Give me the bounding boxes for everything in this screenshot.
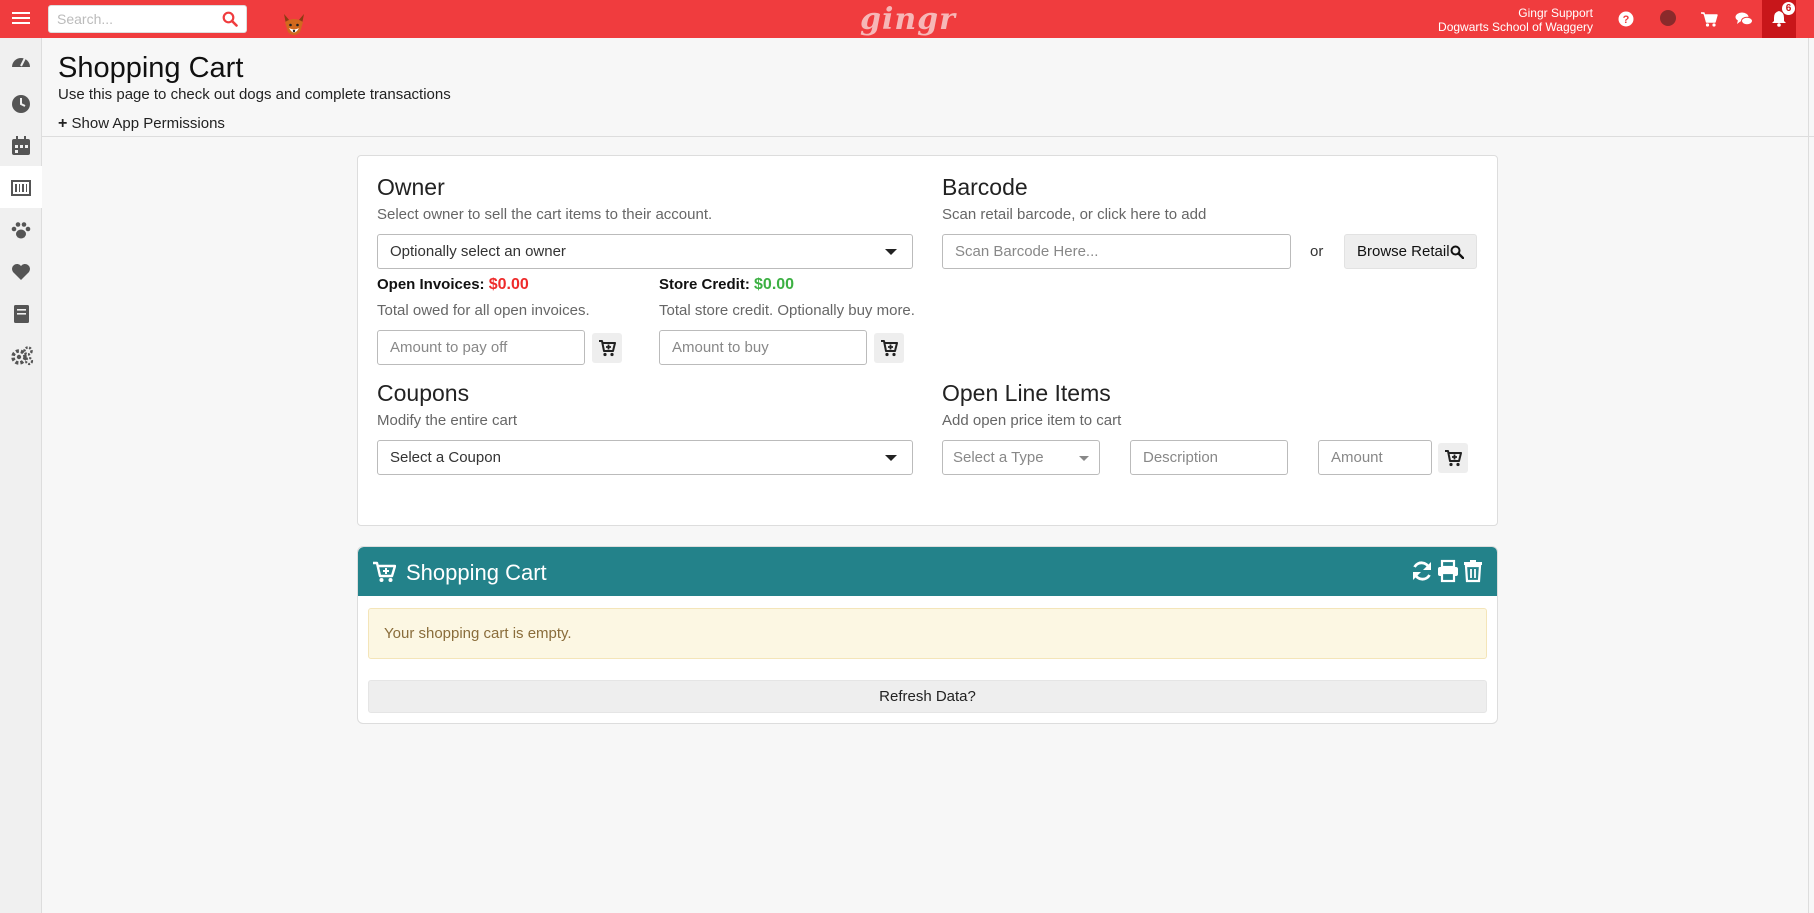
owner-description: Select owner to sell the cart items to t… xyxy=(377,206,713,223)
svg-text:?: ? xyxy=(1623,14,1630,26)
empty-cart-alert: Your shopping cart is empty. xyxy=(368,608,1487,659)
sidebar-item-retail[interactable] xyxy=(0,166,42,208)
paw-icon xyxy=(11,222,31,239)
show-permissions-link[interactable]: + Show App Permissions xyxy=(58,115,225,133)
page-title: Shopping Cart xyxy=(58,52,244,84)
open-line-items-description: Add open price item to cart xyxy=(942,412,1122,429)
open-line-items-title: Open Line Items xyxy=(942,380,1111,406)
search-icon xyxy=(1450,245,1464,259)
barcode-icon xyxy=(11,180,31,196)
browse-retail-button[interactable]: Browse Retail xyxy=(1344,234,1477,269)
chevron-down-icon xyxy=(885,455,897,461)
print-icon[interactable] xyxy=(1436,559,1460,583)
page-subtitle: Use this page to check out dogs and comp… xyxy=(58,86,451,103)
sidebar-item-favorites[interactable] xyxy=(0,250,42,292)
shopping-cart-title: Shopping Cart xyxy=(406,560,547,585)
open-invoices: Open Invoices: $0.00 xyxy=(377,276,529,294)
coupon-select[interactable]: Select a Coupon xyxy=(377,440,913,475)
cart-icon xyxy=(373,561,396,582)
checkout-options-panel: Owner Select owner to sell the cart item… xyxy=(357,155,1498,526)
gears-icon xyxy=(11,346,34,366)
user-info[interactable]: Gingr Support Dogwarts School of Waggery xyxy=(1438,6,1593,34)
cart-plus-icon xyxy=(599,340,616,357)
add-line-item-button[interactable] xyxy=(1438,443,1468,473)
line-item-type-select[interactable]: Select a Type xyxy=(942,440,1100,475)
cart-plus-icon xyxy=(1445,450,1462,467)
book-icon xyxy=(14,305,29,323)
notification-badge: 6 xyxy=(1782,2,1795,15)
owner-select-value: Optionally select an owner xyxy=(390,243,566,260)
line-item-type-value: Select a Type xyxy=(953,449,1044,466)
barcode-title: Barcode xyxy=(942,174,1028,200)
cart-icon[interactable] xyxy=(1699,9,1719,29)
sidebar xyxy=(0,38,42,913)
line-item-amount-input[interactable] xyxy=(1318,440,1432,475)
menu-icon[interactable] xyxy=(12,9,30,27)
open-invoices-value: $0.00 xyxy=(488,276,529,293)
store-credit-label: Store Credit: xyxy=(659,276,750,293)
clock-icon xyxy=(12,95,30,113)
coupons-title: Coupons xyxy=(377,380,470,406)
sidebar-item-settings[interactable] xyxy=(0,334,42,376)
store-credit-value: $0.00 xyxy=(754,276,795,293)
coupons-description: Modify the entire cart xyxy=(377,412,518,429)
user-name: Gingr Support xyxy=(1518,6,1593,20)
sidebar-item-history[interactable] xyxy=(0,82,42,124)
search-input[interactable] xyxy=(49,6,209,32)
payoff-amount-input[interactable] xyxy=(377,330,585,365)
top-navbar: gingr Gingr Support Dogwarts School of W… xyxy=(0,0,1814,38)
gingr-logo: gingr xyxy=(860,2,956,37)
barcode-input[interactable] xyxy=(942,234,1291,269)
fox-mascot-icon xyxy=(284,14,304,35)
open-invoices-label: Open Invoices: xyxy=(377,276,485,293)
open-invoices-description: Total owed for all open invoices. xyxy=(377,302,590,319)
add-credit-to-cart-button[interactable] xyxy=(874,333,904,363)
shopping-cart-panel: Shopping Cart Your shopping cart is empt… xyxy=(357,546,1498,724)
trash-icon[interactable] xyxy=(1461,559,1485,583)
sidebar-item-animals[interactable] xyxy=(0,208,42,250)
search-icon[interactable] xyxy=(222,11,238,27)
coupon-select-value: Select a Coupon xyxy=(390,449,501,466)
store-credit-description: Total store credit. Optionally buy more. xyxy=(659,302,915,319)
status-indicator-icon[interactable] xyxy=(1660,10,1676,26)
barcode-description[interactable]: Scan retail barcode, or click here to ad… xyxy=(942,206,1206,223)
calendar-icon xyxy=(12,136,30,155)
owner-title: Owner xyxy=(377,174,445,200)
add-payoff-to-cart-button[interactable] xyxy=(592,333,622,363)
global-search[interactable] xyxy=(48,5,247,33)
sidebar-item-dashboard[interactable] xyxy=(0,40,42,82)
dashboard-icon xyxy=(12,57,30,67)
shopping-cart-header: Shopping Cart xyxy=(358,547,1497,596)
page-edge xyxy=(1808,38,1809,913)
heart-icon xyxy=(12,264,30,280)
chevron-down-icon xyxy=(885,249,897,255)
plus-icon: + xyxy=(58,115,68,132)
refresh-data-button[interactable]: Refresh Data? xyxy=(368,680,1487,713)
owner-select[interactable]: Optionally select an owner xyxy=(377,234,913,269)
chevron-down-icon xyxy=(1079,456,1089,461)
notifications-button[interactable]: 6 xyxy=(1762,0,1796,38)
business-name: Dogwarts School of Waggery xyxy=(1438,20,1593,34)
chat-icon[interactable] xyxy=(1734,9,1754,29)
line-item-description-input[interactable] xyxy=(1130,440,1288,475)
or-label: or xyxy=(1310,243,1324,260)
refresh-icon[interactable] xyxy=(1410,559,1434,583)
browse-retail-label: Browse Retail xyxy=(1357,243,1450,260)
sidebar-item-reports[interactable] xyxy=(0,292,42,334)
help-icon[interactable]: ? xyxy=(1616,9,1636,29)
store-credit: Store Credit: $0.00 xyxy=(659,276,794,294)
sidebar-item-calendar[interactable] xyxy=(0,124,42,166)
cart-plus-icon xyxy=(881,340,898,357)
buy-credit-amount-input[interactable] xyxy=(659,330,867,365)
show-permissions-label: Show App Permissions xyxy=(71,115,225,132)
divider xyxy=(42,136,1814,137)
